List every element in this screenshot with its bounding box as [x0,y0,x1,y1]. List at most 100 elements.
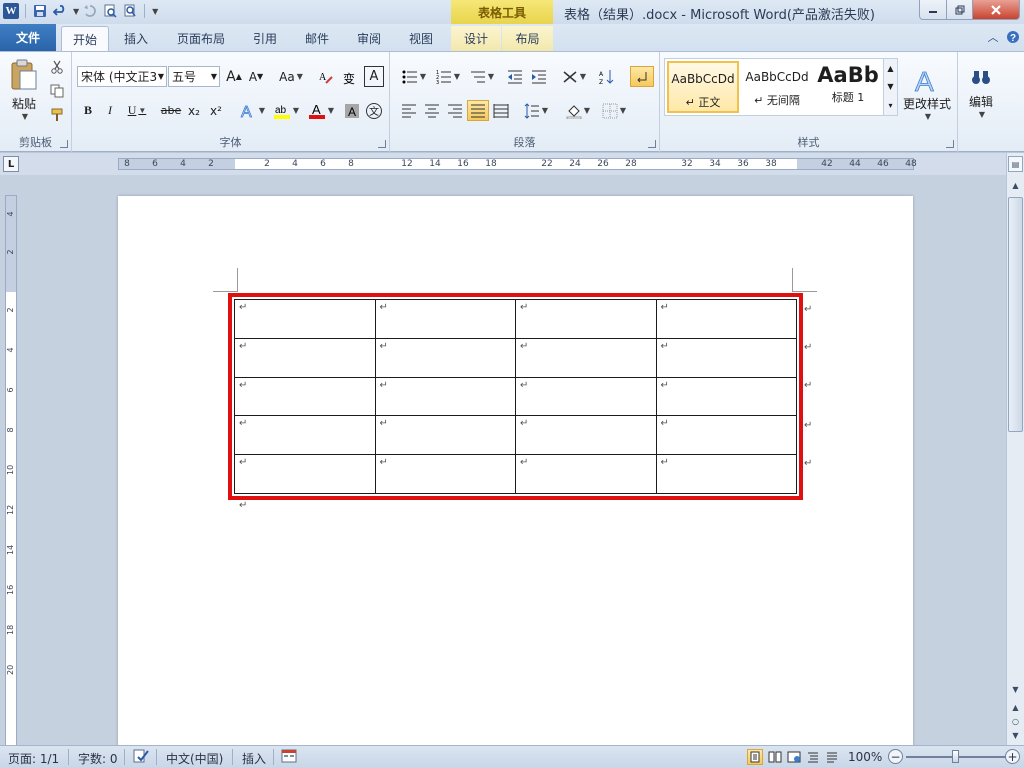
character-border-button[interactable]: A [364,66,384,87]
document-table[interactable]: ↵ ↵ ↵ ↵ ↵ ↵ ↵ ↵ ↵ ↵ ↵ ↵ ↵ ↵ ↵ ↵ ↵ ↵ ↵ ↵ [228,293,803,500]
close-button[interactable] [972,0,1020,20]
table-cell[interactable]: ↵ [515,337,657,378]
underline-button[interactable]: U ▼ [122,100,152,121]
styles-scroll-down-icon[interactable]: ▼ [887,82,893,91]
font-name-dropdown-icon[interactable]: ▼ [158,72,164,81]
sort-icon[interactable]: AZ [596,66,618,87]
table-cell[interactable]: ↵ [374,454,516,494]
table-cell[interactable]: ↵ [374,299,516,339]
style-no-spacing[interactable]: AaBbCcDd ↵ 无间隔 [741,61,813,113]
view-ruler-toggle-icon[interactable]: ▤ [1008,156,1023,172]
editing-button[interactable]: 编辑 ▼ [962,58,1000,128]
vertical-ruler[interactable]: 4 2 2 4 6 8 10 12 14 16 18 20 [5,195,17,745]
editing-dropdown-icon[interactable]: ▼ [979,110,985,119]
redo-icon[interactable] [81,2,99,20]
table-cell[interactable]: ↵ [234,376,376,417]
minimize-button[interactable] [919,0,947,20]
status-insert-mode[interactable]: 插入 [242,750,266,767]
undo-dropdown-icon[interactable]: ▼ [73,7,79,16]
table-cell[interactable]: ↵ [515,454,657,494]
table-cell[interactable]: ↵ [515,415,657,456]
table-cell[interactable]: ↵ [655,454,797,494]
full-screen-reading-view-icon[interactable] [767,749,783,765]
align-left-icon[interactable] [398,100,420,121]
status-page-count[interactable]: 页面: 1/1 [8,750,59,767]
change-case-dropdown-icon[interactable]: ▼ [297,72,303,81]
styles-scroll-up-icon[interactable]: ▲ [887,64,893,73]
scroll-thumb[interactable] [1008,197,1023,432]
undo-icon[interactable] [51,2,69,20]
shrink-font-button[interactable]: A ▼ [246,66,266,87]
tab-mailings[interactable]: 邮件 [293,26,341,51]
increase-indent-icon[interactable] [528,66,550,87]
font-dialog-launcher-icon[interactable] [378,140,386,148]
clear-formatting-icon[interactable]: A [316,66,336,87]
paragraph-dialog-launcher-icon[interactable] [648,140,656,148]
table-cell[interactable]: ↵ [234,415,376,456]
web-layout-view-icon[interactable] [786,749,802,765]
underline-dropdown-icon[interactable]: ▼ [138,106,146,115]
align-right-icon[interactable] [444,100,466,121]
scroll-down-icon[interactable]: ▼ [1008,681,1023,697]
highlight-dropdown-icon[interactable]: ▼ [293,106,299,115]
styles-more-icon[interactable]: ▾ [888,101,892,110]
draft-view-icon[interactable] [824,749,840,765]
align-center-icon[interactable] [421,100,443,121]
cut-icon[interactable] [48,58,66,76]
phonetic-guide-icon[interactable]: 变 [340,66,360,87]
subscript-button[interactable]: x₂ [184,100,204,121]
table-cell[interactable]: ↵ [234,299,376,339]
justify-icon[interactable] [467,100,489,121]
table-cell[interactable]: ↵ [655,376,797,417]
table-cell[interactable]: ↵ [234,454,376,494]
tab-table-layout[interactable]: 布局 [502,26,553,51]
tab-insert[interactable]: 插入 [112,26,160,51]
table-cell[interactable]: ↵ [655,337,797,378]
font-name-combo[interactable]: 宋体 (中文正3 ▼ [77,66,167,87]
bullets-dropdown-icon[interactable]: ▼ [420,72,426,81]
change-styles-button[interactable]: A 更改样式 ▼ [900,58,954,128]
clipboard-dialog-launcher-icon[interactable] [60,140,68,148]
macro-record-icon[interactable] [281,749,297,766]
paste-dropdown-icon[interactable]: ▼ [22,112,28,121]
multilevel-list-dropdown-icon[interactable]: ▼ [488,72,494,81]
status-language[interactable]: 中文(中国) [166,750,223,767]
character-shading-icon[interactable]: A [342,100,362,121]
styles-dialog-launcher-icon[interactable] [946,140,954,148]
table-cell[interactable]: ↵ [655,299,797,339]
minimize-ribbon-icon[interactable]: ︿ [986,30,1000,44]
horizontal-ruler[interactable]: 8 6 4 2 2 4 6 8 12 14 16 18 22 24 26 28 32 34 36 38 42 44 46 48 [118,158,917,170]
italic-button[interactable]: I [100,100,120,121]
table-cell[interactable]: ↵ [655,415,797,456]
word-app-icon[interactable]: W [2,2,20,20]
text-effects-button[interactable]: A ▼ [238,100,266,121]
table-cell[interactable]: ↵ [234,337,376,378]
shading-dropdown-icon[interactable]: ▼ [584,106,590,115]
numbering-button[interactable]: 1 2 3 ▼ [432,66,464,87]
borders-dropdown-icon[interactable]: ▼ [620,106,626,115]
font-size-dropdown-icon[interactable]: ▼ [211,72,217,81]
numbering-dropdown-icon[interactable]: ▼ [454,72,460,81]
status-word-count[interactable]: 字数: 0 [78,750,118,767]
font-size-combo[interactable]: 五号 ▼ [168,66,220,87]
save-icon[interactable] [31,2,49,20]
chinese-layout-button[interactable]: ▼ [558,66,590,87]
proofing-icon[interactable] [132,748,150,767]
zoom-out-icon[interactable]: − [888,749,903,764]
restore-button[interactable] [946,0,973,20]
tab-file[interactable]: 文件 [0,24,56,51]
zoom-in-icon[interactable]: + [1005,749,1020,764]
format-painter-icon[interactable] [48,106,66,124]
tab-selector-button[interactable]: L [3,156,19,172]
table-cell[interactable]: ↵ [515,376,657,417]
zoom-slider-thumb[interactable] [952,750,959,763]
tab-review[interactable]: 审阅 [345,26,393,51]
distributed-icon[interactable] [490,100,512,121]
table-cell[interactable]: ↵ [374,376,516,417]
paste-button[interactable]: 粘贴 ▼ [6,56,42,124]
shading-button[interactable]: ▼ [562,100,594,121]
show-hide-marks-icon[interactable] [630,66,654,87]
quick-print-icon[interactable] [121,2,139,20]
tab-home[interactable]: 开始 [61,26,109,51]
bullets-button[interactable]: ▼ [398,66,430,87]
